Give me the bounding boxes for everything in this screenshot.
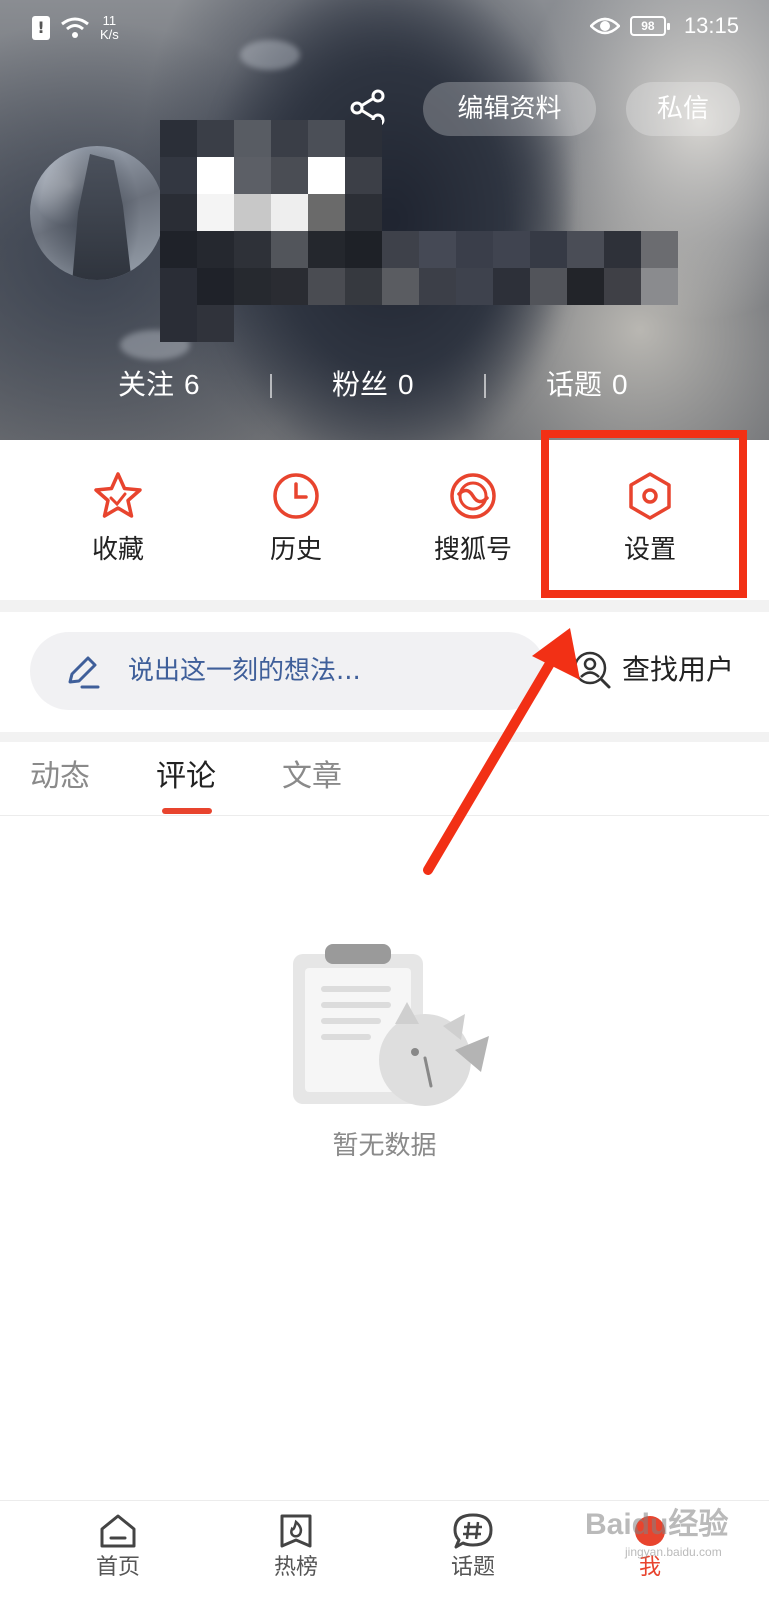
active-tab-indicator — [162, 808, 212, 814]
stat-divider — [270, 374, 272, 398]
tab-articles[interactable]: 文章 — [282, 754, 342, 800]
hot-list-icon — [280, 1514, 312, 1548]
sohu-icon — [450, 473, 496, 519]
hashtag-icon — [453, 1513, 493, 1549]
favorites-button[interactable]: 收藏 — [58, 470, 178, 566]
empty-state: 暂无数据 — [0, 940, 769, 1162]
private-message-button[interactable]: 私信 — [626, 82, 740, 136]
settings-highlight-annotation — [541, 430, 747, 598]
empty-clipboard-fox-icon — [292, 944, 489, 1106]
clock-icon — [273, 473, 319, 519]
stat-fans[interactable]: 粉丝 0 — [332, 360, 414, 410]
stat-topics[interactable]: 话题 0 — [546, 360, 628, 410]
arrow-annotation-icon — [423, 628, 580, 875]
sohu-account-button[interactable]: 搜狐号 — [413, 470, 533, 566]
composer-placeholder: 说出这一刻的想法... — [128, 656, 361, 686]
star-icon — [94, 472, 142, 518]
profile-stats: 关注 6 粉丝 0 话题 0 — [0, 360, 769, 410]
avatar[interactable] — [30, 146, 164, 280]
content-tabs: 动态 评论 文章 — [0, 742, 769, 816]
composer-row: 说出这一刻的想法... 查找用户 — [0, 612, 769, 732]
empty-state-message: 暂无数据 — [332, 1131, 437, 1161]
stat-divider — [484, 374, 486, 398]
home-icon — [100, 1514, 136, 1548]
nav-topics[interactable]: 话题 — [413, 1513, 533, 1581]
battery-indicator: 98 — [629, 16, 670, 36]
nav-hot-list[interactable]: 热榜 — [236, 1513, 356, 1581]
eye-icon — [589, 16, 620, 36]
edit-profile-button[interactable]: 编辑资料 — [423, 82, 596, 136]
alert-icon: ! — [32, 16, 50, 40]
nav-home[interactable]: 首页 — [58, 1513, 178, 1581]
status-bar: ! 11 K/s 98 13:15 — [0, 0, 769, 62]
clock: 13:15 — [683, 13, 739, 38]
tab-activity[interactable]: 动态 — [30, 754, 90, 800]
wifi-icon — [60, 16, 90, 40]
baidu-jingyan-watermark: Baidu经验 jingyan.baidu.com — [585, 1508, 729, 1559]
section-divider — [0, 600, 769, 612]
history-button[interactable]: 历史 — [236, 470, 356, 566]
tab-comments[interactable]: 评论 — [156, 754, 216, 800]
section-divider — [0, 732, 769, 742]
pencil-icon — [68, 656, 100, 689]
profile-header: ! 11 K/s 98 13:15 编辑资料 私信 关注 6 粉丝 0 话题 0 — [0, 0, 769, 440]
net-speed: 11 K/s — [100, 13, 119, 42]
stat-following[interactable]: 关注 6 — [118, 360, 200, 410]
